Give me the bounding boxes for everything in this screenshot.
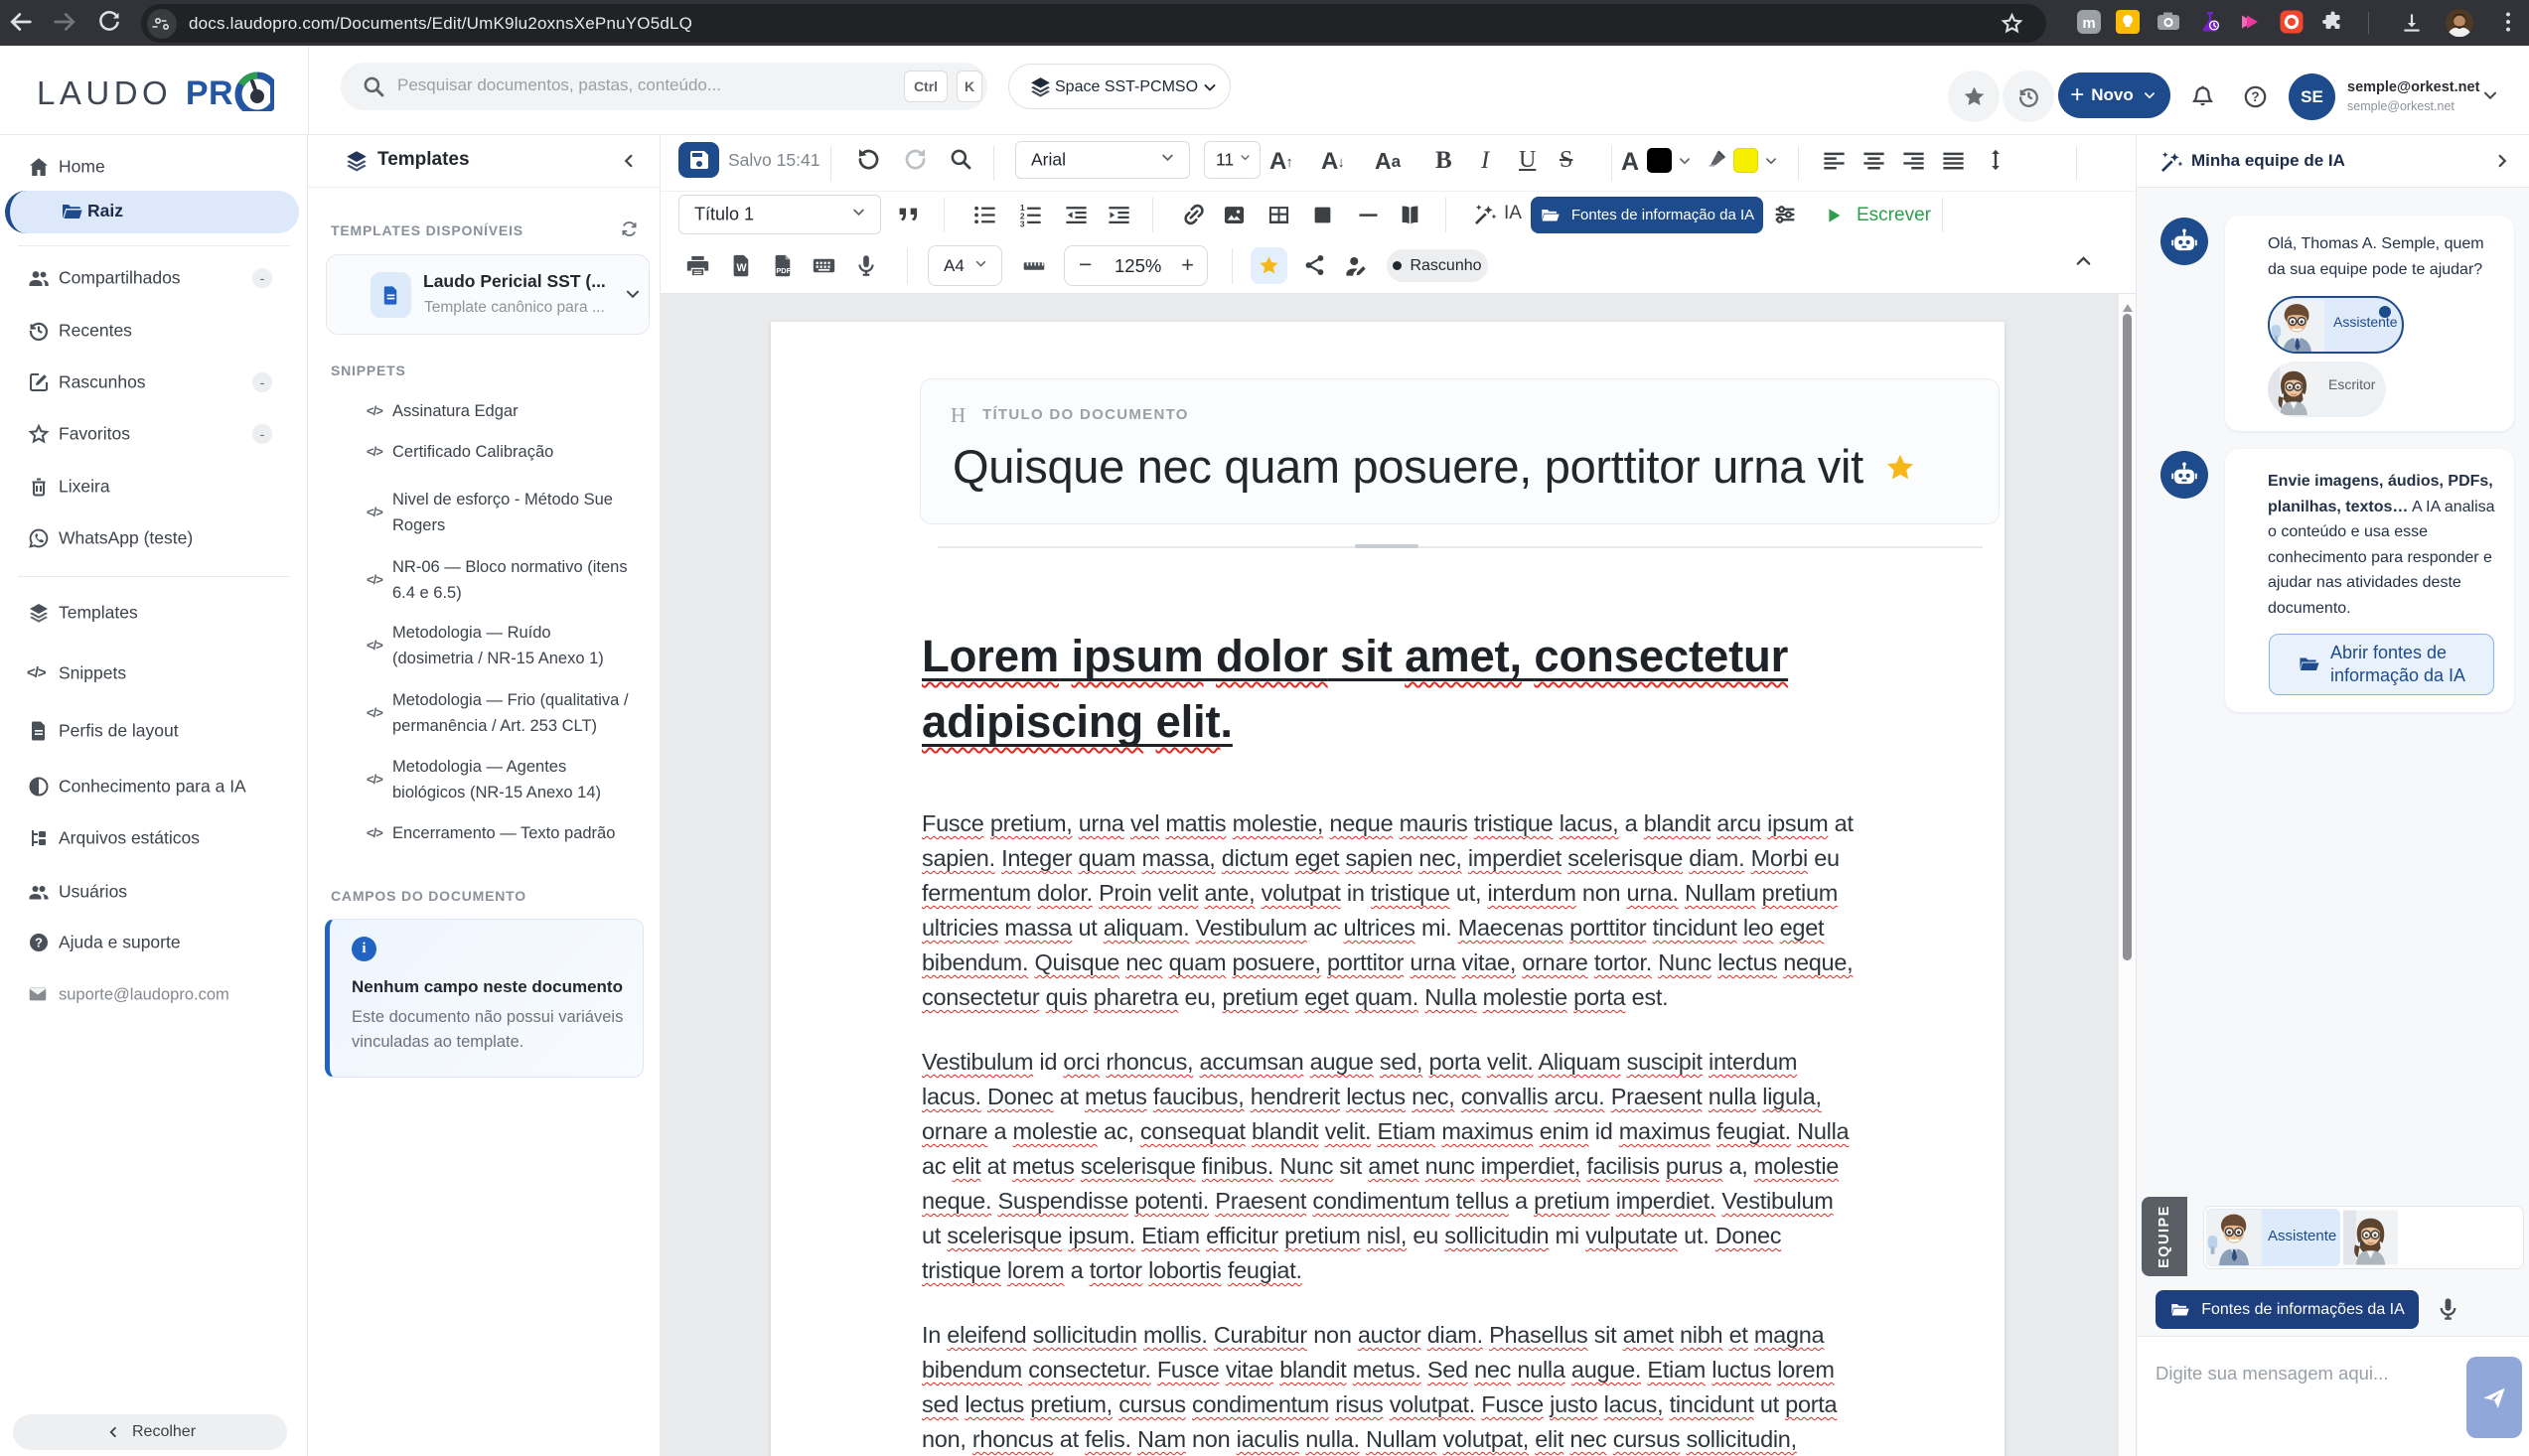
svg-text:PDF: PDF: [776, 266, 791, 275]
svg-text:m: m: [2082, 15, 2095, 32]
svg-text:?: ?: [2251, 89, 2259, 104]
svg-text:W: W: [736, 262, 747, 274]
svg-text:3: 3: [1020, 218, 1025, 228]
svg-text:?: ?: [35, 936, 43, 950]
